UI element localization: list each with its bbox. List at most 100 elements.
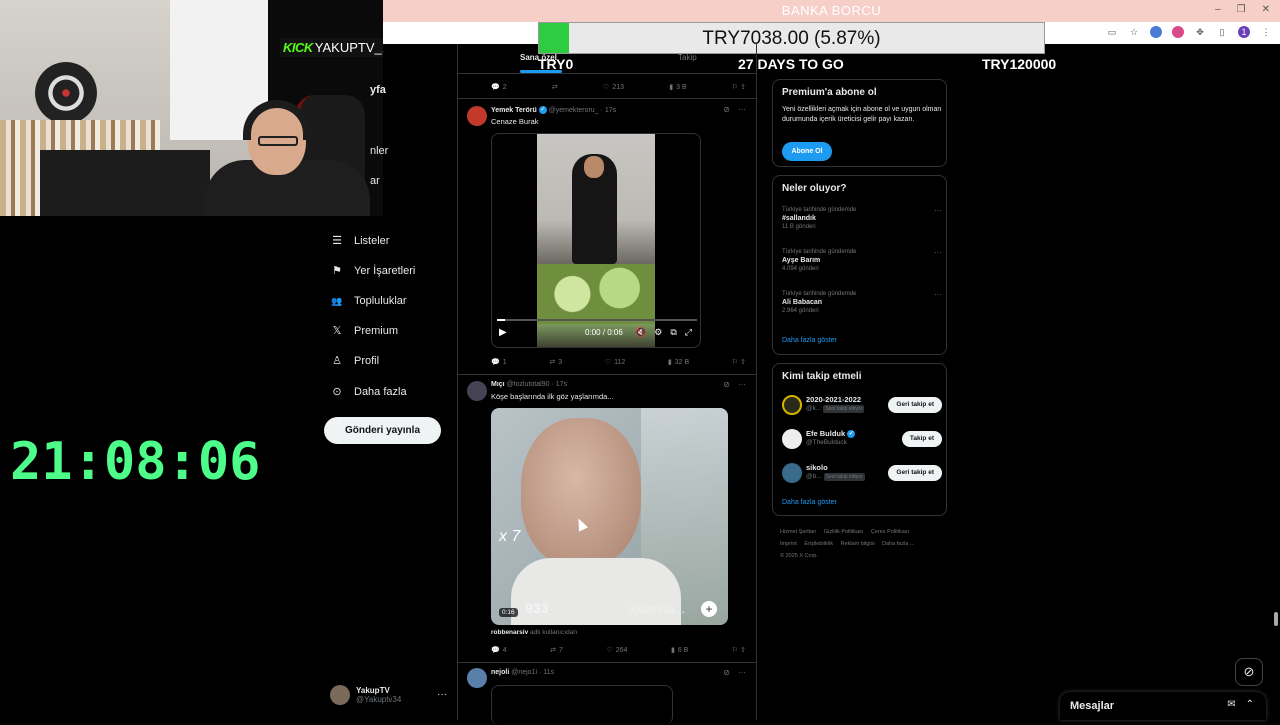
scrollbar[interactable]	[1274, 612, 1278, 626]
profile-icon[interactable]: 1	[1238, 26, 1250, 38]
retweet-button[interactable]: ⇄ 7	[550, 646, 563, 655]
grok-icon[interactable]: ⊘	[723, 105, 730, 114]
cast-icon[interactable]: ▭	[1106, 26, 1118, 38]
trends-show-more[interactable]: Daha fazla göster	[782, 337, 837, 344]
retweet-button[interactable]: ⇄ 3	[549, 358, 562, 367]
trend-item[interactable]: Türkiye tarihinde gündemde Ali Babacan 2…	[782, 290, 942, 314]
settings-icon[interactable]: ⚙	[654, 327, 662, 338]
video-progress[interactable]	[497, 319, 697, 321]
tweet-handle[interactable]: @yemekteroru_	[549, 107, 599, 114]
grok-icon[interactable]: ⊘	[723, 668, 730, 677]
who-to-follow-show-more[interactable]: Daha fazla göster	[782, 499, 837, 506]
follow-button[interactable]: Takip et	[901, 431, 942, 447]
nav-item-premium[interactable]: 𝕏 Premium	[331, 325, 398, 337]
star-icon[interactable]: ☆	[1128, 26, 1140, 38]
puzzle-icon[interactable]: ✥	[1194, 26, 1206, 38]
avatar[interactable]	[467, 106, 487, 126]
footer-link[interactable]: Erişilebilirlik	[804, 541, 833, 547]
tweet-author[interactable]: Mıçı	[491, 381, 505, 388]
post-button[interactable]: Gönderi yayınla	[324, 417, 441, 444]
like-button[interactable]: ♡ 264	[606, 646, 627, 655]
follow-back-button[interactable]: Geri takip et	[888, 465, 942, 481]
reply-button[interactable]: 💬 4	[491, 646, 507, 655]
expand-icon[interactable]: ⌃	[1246, 699, 1254, 710]
tweet-media[interactable]	[491, 685, 673, 725]
menu-icon[interactable]: ⋮	[1260, 26, 1272, 38]
tweet-author[interactable]: Yemek Terörü	[491, 107, 537, 114]
tab-for-you[interactable]: Sana özel	[520, 53, 557, 62]
follow-back-button[interactable]: Geri takip et	[888, 397, 942, 413]
share-buttons[interactable]: ⚐ ⇪	[732, 646, 746, 654]
ext-blue-icon[interactable]	[1150, 26, 1162, 38]
nav-item-lists[interactable]: ☰ Listeler	[331, 235, 389, 247]
messages-drawer[interactable]: Mesajlar ✉ ⌃	[1060, 692, 1266, 720]
avatar[interactable]	[782, 429, 802, 449]
reply-button[interactable]: 💬 1	[491, 358, 507, 367]
like-button[interactable]: ♡ 213	[603, 83, 624, 92]
more-icon[interactable]: ···	[738, 380, 746, 389]
views-button[interactable]: ▮ 6 B	[671, 646, 688, 655]
footer-link[interactable]: Gizlilik Politikası	[824, 529, 863, 535]
avatar[interactable]	[782, 463, 802, 483]
tweet-handle[interactable]: @tozlutotal90	[507, 381, 550, 388]
like-button[interactable]: ♡ 112	[605, 358, 625, 367]
trend-item[interactable]: Türkiye tarihinde gündemde #sallandık 11…	[782, 206, 942, 230]
nav-item-profile[interactable]: ♙ Profil	[331, 355, 379, 367]
retweet-button[interactable]: ⇄	[552, 83, 558, 91]
subscribe-button[interactable]: Abone Ol	[782, 142, 832, 161]
close-button[interactable]: ✕	[1262, 4, 1270, 15]
account-switcher[interactable]: YakupTV @Yakuptv34	[330, 685, 401, 705]
new-message-icon[interactable]: ✉	[1227, 699, 1235, 710]
avatar[interactable]	[467, 381, 487, 401]
follow-name[interactable]: 2020-2021-2022	[806, 395, 861, 404]
tweet-time[interactable]: 17s	[556, 381, 567, 388]
grok-icon[interactable]: ⊘	[723, 380, 730, 389]
footer-link[interactable]: Imprint	[780, 541, 797, 547]
more-icon[interactable]: ···	[934, 206, 942, 215]
follow-name[interactable]: sikolo	[806, 463, 828, 472]
play-icon[interactable]: ▶	[499, 327, 507, 338]
views-button[interactable]: ▮ 32 B	[668, 358, 689, 367]
tweet-handle[interactable]: @nejo1i	[511, 669, 537, 676]
nav-item-communities[interactable]: 👥 Topluluklar	[331, 295, 406, 307]
grok-icon[interactable]: ⊘	[1235, 658, 1263, 686]
video-player[interactable]: x 7 933 ajdarsta... + 0:16	[491, 408, 728, 625]
maximize-button[interactable]: ❐	[1237, 4, 1246, 15]
footer-link[interactable]: Reklam bilgisi	[841, 541, 875, 547]
crop-icon[interactable]: ⧉	[670, 327, 676, 338]
nav-item-more[interactable]: ⊙ Daha fazla	[331, 386, 406, 398]
fullscreen-icon[interactable]: ⤢	[685, 327, 692, 338]
ext-pink-icon[interactable]	[1172, 26, 1184, 38]
tweet-time[interactable]: 11s	[543, 669, 554, 676]
nav-home-partial[interactable]: yfa	[370, 84, 386, 96]
minimize-button[interactable]: –	[1215, 4, 1221, 15]
footer-link[interactable]: Daha fazla ...	[882, 541, 914, 547]
trends-title: Neler oluyor?	[782, 183, 847, 194]
trend-item[interactable]: Türkiye tarihinde gündemde Ayşe Barım 4.…	[782, 248, 942, 272]
reply-button[interactable]: 💬 2	[491, 83, 507, 92]
sidebar-icon[interactable]: ▯	[1216, 26, 1228, 38]
attribution-user[interactable]: robbenarsiv	[491, 629, 528, 636]
mute-icon[interactable]: 🔇	[635, 327, 646, 338]
share-buttons[interactable]: ⚐ ⇪	[732, 358, 746, 366]
avatar[interactable]	[467, 668, 487, 688]
views-button[interactable]: ▮ 3 B	[669, 83, 686, 92]
more-icon[interactable]: ···	[934, 248, 942, 257]
nav-messages-partial[interactable]: ar	[370, 175, 380, 187]
more-icon[interactable]: ···	[934, 290, 942, 299]
nav-item-bookmarks[interactable]: ⚑ Yer İşaretleri	[331, 265, 415, 277]
tweet-author[interactable]: nejoli	[491, 669, 509, 676]
account-more-icon[interactable]: ···	[437, 689, 447, 700]
footer-link[interactable]: Çerez Politikası	[871, 529, 909, 535]
tab-following[interactable]: Takip	[678, 53, 697, 62]
avatar[interactable]	[782, 395, 802, 415]
share-buttons[interactable]: ⚐ ⇪	[732, 83, 746, 91]
tweet-time[interactable]: 17s	[605, 107, 616, 114]
more-icon[interactable]: ···	[738, 105, 746, 114]
video-player[interactable]: ▶ 0:00 / 0:06 🔇 ⚙ ⧉ ⤢	[491, 133, 701, 348]
nav-notifications-partial[interactable]: nler	[370, 145, 388, 157]
footer-link[interactable]: Hizmet Şartları	[780, 529, 816, 535]
more-icon[interactable]: ···	[738, 668, 746, 677]
tweet-actions: 💬 4 ⇄ 7 ♡ 264 ▮ 6 B ⚐ ⇪	[491, 646, 746, 655]
follow-name[interactable]: Efe Bulduk ✓	[806, 429, 856, 439]
